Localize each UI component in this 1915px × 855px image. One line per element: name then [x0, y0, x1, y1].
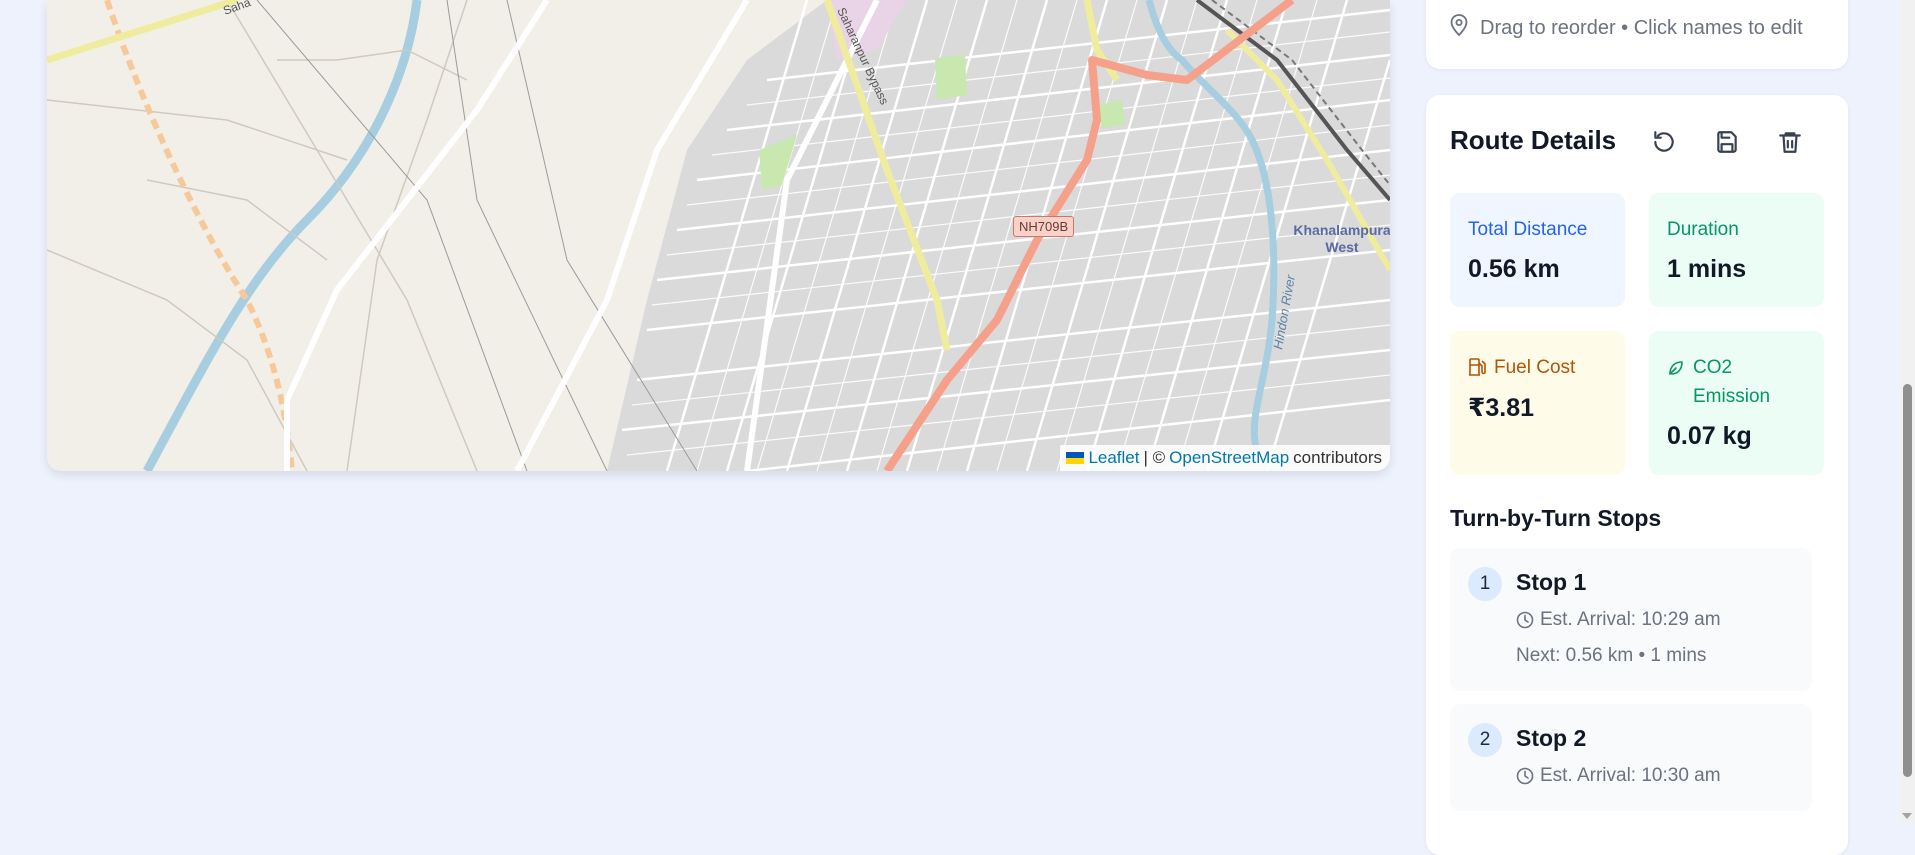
scroll-down-arrow-icon[interactable] — [1902, 813, 1912, 819]
stop-number-badge: 1 — [1468, 567, 1502, 601]
stop-eta-text: Est. Arrival: 10:29 am — [1540, 609, 1721, 630]
trash-icon — [1779, 132, 1801, 153]
leaflet-link[interactable]: Leaflet — [1088, 448, 1139, 468]
co2-emission-value: 0.07 kg — [1667, 422, 1752, 450]
leaf-icon — [1669, 361, 1683, 375]
location-pin-icon — [1450, 14, 1468, 42]
fuel-cost-label: Fuel Cost — [1494, 357, 1576, 378]
stop-eta-text: Est. Arrival: 10:30 am — [1540, 765, 1721, 786]
save-route-button[interactable] — [1711, 126, 1743, 158]
attribution-separator: | © — [1143, 448, 1166, 467]
co2-label-row: CO2 Emission — [1667, 353, 1807, 411]
route-details-title: Route Details — [1450, 125, 1617, 155]
fuel-cost-stat: Fuel Cost ₹3.81 — [1450, 331, 1625, 475]
place-label: Khanalampura West — [1293, 222, 1390, 255]
reorder-hint-text: Drag to reorder • Click names to edit — [1480, 16, 1803, 39]
road-shield-label: NH709B — [1013, 216, 1075, 237]
duration-stat: Duration 1 mins — [1649, 193, 1824, 307]
stop-eta: Est. Arrival: 10:30 am — [1516, 765, 1721, 787]
co2-emission-label: CO2 Emission — [1693, 357, 1771, 407]
delete-route-button[interactable] — [1774, 126, 1806, 158]
ukraine-flag-icon — [1066, 452, 1085, 464]
attribution-contributors: contributors — [1293, 448, 1382, 467]
route-details-card: Route Details Total Distance 0.56 km Dur… — [1426, 95, 1848, 855]
stop-eta: Est. Arrival: 10:29 am — [1516, 609, 1721, 631]
map-tiles: Saharanpur Bypass Saha Hindon River — [47, 0, 1390, 471]
duration-value: 1 mins — [1667, 255, 1747, 283]
reset-icon — [1654, 131, 1674, 152]
fuel-pump-icon — [1469, 358, 1486, 376]
duration-label: Duration — [1667, 219, 1739, 240]
co2-emission-stat: CO2 Emission 0.07 kg — [1649, 331, 1824, 475]
stop-name[interactable]: Stop 2 — [1516, 725, 1586, 752]
save-icon — [1717, 131, 1737, 153]
reorder-hint: Drag to reorder • Click names to edit — [1450, 14, 1803, 42]
scrollbar-thumb[interactable] — [1903, 384, 1912, 777]
hint-card: Drag to reorder • Click names to edit — [1426, 0, 1848, 69]
map-attribution: Leaflet | © OpenStreetMap contributors — [1060, 445, 1390, 471]
stop-next-leg: Next: 0.56 km • 1 mins — [1516, 645, 1707, 666]
fuel-cost-value: ₹3.81 — [1468, 394, 1535, 422]
reset-route-button[interactable] — [1648, 126, 1680, 158]
clock-icon — [1516, 767, 1534, 785]
total-distance-stat: Total Distance 0.56 km — [1450, 193, 1625, 307]
total-distance-label: Total Distance — [1468, 219, 1588, 240]
clock-icon — [1516, 611, 1534, 629]
stop-name[interactable]: Stop 1 — [1516, 569, 1586, 596]
stop-number-badge: 2 — [1468, 723, 1502, 757]
fuel-cost-label-row: Fuel Cost — [1468, 353, 1575, 382]
stop-item-2[interactable]: 2 Stop 2 Est. Arrival: 10:30 am — [1450, 704, 1812, 811]
page-scrollbar[interactable] — [1900, 0, 1915, 823]
stops-section-title: Turn-by-Turn Stops — [1450, 505, 1662, 531]
total-distance-value: 0.56 km — [1468, 255, 1560, 283]
route-map[interactable]: Saharanpur Bypass Saha Hindon River NH70… — [47, 0, 1390, 471]
stop-item-1[interactable]: 1 Stop 1 Est. Arrival: 10:29 am Next: 0.… — [1450, 548, 1812, 691]
openstreetmap-link[interactable]: OpenStreetMap — [1169, 448, 1289, 468]
